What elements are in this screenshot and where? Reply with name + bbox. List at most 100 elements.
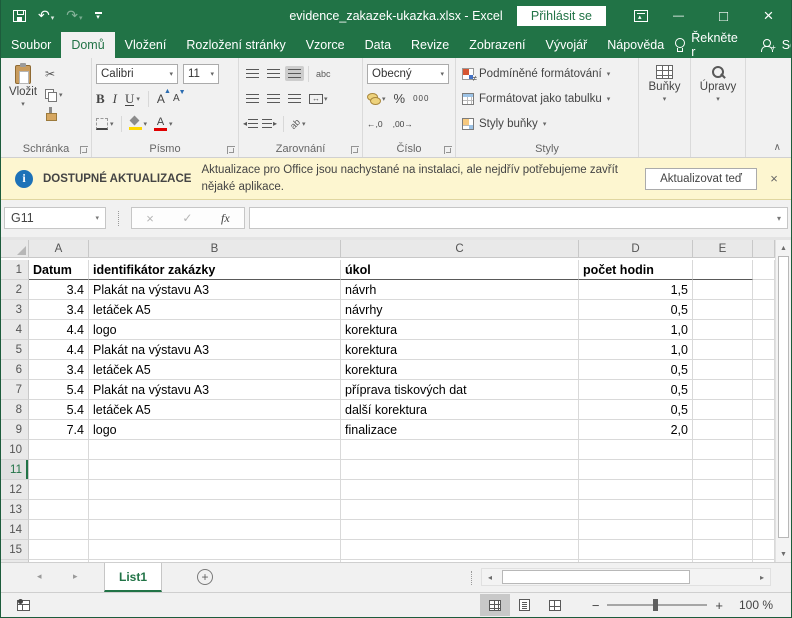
cell-A7[interactable]: 5.4 [29, 380, 89, 400]
cell-D5[interactable]: 1,0 [579, 340, 693, 360]
cell-D14[interactable] [579, 520, 693, 540]
tab-zobrazení[interactable]: Zobrazení [459, 32, 535, 58]
scroll-left-icon[interactable]: ◂ [482, 573, 498, 582]
comma-style-button[interactable]: 000 [413, 94, 429, 103]
orientation-button[interactable]: ab▾ [290, 119, 306, 129]
tab-vývojář[interactable]: Vývojář [536, 32, 598, 58]
format-painter-icon[interactable] [45, 107, 57, 120]
cells-button[interactable]: Buňky ▾ [639, 61, 690, 103]
row-header-4[interactable]: 4 [1, 320, 29, 340]
undo-caret-icon[interactable]: ▾ [51, 15, 55, 22]
save-icon[interactable] [13, 10, 26, 22]
cell-styles-button[interactable]: Styly buňky ▾ [456, 111, 638, 136]
share-button[interactable]: Sdílet [782, 38, 792, 52]
tab-soubor[interactable]: Soubor [1, 32, 61, 58]
cell-B1[interactable]: identifikátor zakázky [89, 260, 341, 280]
cell-B2[interactable]: Plakát na výstavu A3 [89, 280, 341, 300]
cell-E14[interactable] [693, 520, 753, 540]
cell-A10[interactable] [29, 440, 89, 460]
cell-C2[interactable]: návrh [341, 280, 579, 300]
conditional-formatting-button[interactable]: Podmíněné formátování ▾ [456, 61, 638, 86]
tell-me-box[interactable]: Řekněte r [691, 31, 740, 59]
cell-E8[interactable] [693, 400, 753, 420]
cell-D12[interactable] [579, 480, 693, 500]
redo-button[interactable]: ▾ [66, 7, 82, 25]
fill-color-button[interactable]: ▾ [129, 117, 148, 130]
cell-B3[interactable]: letáček A5 [89, 300, 341, 320]
cell-E7[interactable] [693, 380, 753, 400]
number-format-select[interactable]: Obecný▾ [367, 64, 449, 84]
cell-C14[interactable] [341, 520, 579, 540]
decrease-indent-icon[interactable]: ◂ [243, 119, 258, 128]
row-header-6[interactable]: 6 [1, 360, 29, 380]
cell-B11[interactable] [89, 460, 341, 480]
cell-F14[interactable] [753, 520, 775, 540]
cell-C15[interactable] [341, 540, 579, 560]
cell-E2[interactable] [693, 280, 753, 300]
row-header-15[interactable]: 15 [1, 540, 29, 560]
cell-B7[interactable]: Plakát na výstavu A3 [89, 380, 341, 400]
align-top-button[interactable] [243, 66, 262, 81]
increase-indent-icon[interactable]: ▸ [262, 119, 277, 128]
cell-B13[interactable] [89, 500, 341, 520]
select-all-corner[interactable] [1, 240, 29, 258]
row-header-1[interactable]: 1 [1, 260, 29, 280]
name-box-caret-icon[interactable]: ▾ [95, 214, 99, 222]
decrease-decimal-icon[interactable]: ,00→ [393, 119, 413, 129]
decrease-font-size-button[interactable]: A▼ [173, 93, 180, 104]
minimize-button[interactable] [656, 0, 701, 32]
cell-D2[interactable]: 1,5 [579, 280, 693, 300]
cancel-icon[interactable]: × [146, 211, 154, 226]
cell-E4[interactable] [693, 320, 753, 340]
column-header-A[interactable]: A [29, 240, 89, 258]
clipboard-dialog-launcher-icon[interactable] [80, 146, 88, 154]
cell-C1[interactable]: úkol [341, 260, 579, 280]
tab-data[interactable]: Data [355, 32, 401, 58]
cell-F8[interactable] [753, 400, 775, 420]
row-header-5[interactable]: 5 [1, 340, 29, 360]
cell-C8[interactable]: další korektura [341, 400, 579, 420]
cell-A11[interactable] [29, 460, 89, 480]
cell-E15[interactable] [693, 540, 753, 560]
cell-E1[interactable] [693, 260, 753, 280]
cell-B12[interactable] [89, 480, 341, 500]
cell-C11[interactable] [341, 460, 579, 480]
cell-D13[interactable] [579, 500, 693, 520]
scroll-down-icon[interactable]: ▼ [776, 546, 791, 562]
column-header-C[interactable]: C [341, 240, 579, 258]
cell-F4[interactable] [753, 320, 775, 340]
column-header-B[interactable]: B [89, 240, 341, 258]
cell-D9[interactable]: 2,0 [579, 420, 693, 440]
cell-B10[interactable] [89, 440, 341, 460]
undo-button[interactable]: ▾ [38, 7, 54, 25]
vertical-scroll-thumb[interactable] [778, 256, 789, 538]
new-sheet-icon[interactable]: + [197, 569, 213, 585]
cell-B15[interactable] [89, 540, 341, 560]
percent-style-button[interactable]: % [394, 91, 406, 106]
cell-C12[interactable] [341, 480, 579, 500]
cell-D6[interactable]: 0,5 [579, 360, 693, 380]
increase-decimal-icon[interactable]: ←,0 [367, 119, 383, 129]
row-header-14[interactable]: 14 [1, 520, 29, 540]
cell-D15[interactable] [579, 540, 693, 560]
paste-caret-icon[interactable]: ▾ [21, 100, 25, 108]
italic-button[interactable]: I [113, 91, 117, 107]
cell-A9[interactable]: 7.4 [29, 420, 89, 440]
scroll-right-icon[interactable]: ▸ [754, 573, 770, 582]
row-header-9[interactable]: 9 [1, 420, 29, 440]
font-size-select[interactable]: 11▾ [183, 64, 219, 84]
cell-D11[interactable] [579, 460, 693, 480]
cell-A15[interactable] [29, 540, 89, 560]
cell-C5[interactable]: korektura [341, 340, 579, 360]
align-bottom-button[interactable] [285, 66, 304, 81]
cell-D1[interactable]: počet hodin [579, 260, 693, 280]
zoom-level[interactable]: 100 % [735, 598, 773, 612]
zoom-out-icon[interactable]: − [592, 598, 600, 613]
cell-A5[interactable]: 4.4 [29, 340, 89, 360]
bold-button[interactable]: B [96, 91, 105, 107]
cell-F2[interactable] [753, 280, 775, 300]
row-header-8[interactable]: 8 [1, 400, 29, 420]
alignment-dialog-launcher-icon[interactable] [351, 146, 359, 154]
column-header-partial[interactable] [753, 240, 775, 258]
cell-C6[interactable]: korektura [341, 360, 579, 380]
